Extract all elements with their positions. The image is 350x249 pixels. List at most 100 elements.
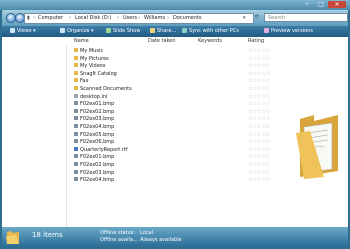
list-item[interactable]: My Videos bbox=[74, 63, 105, 70]
share-label: Share... bbox=[157, 28, 177, 34]
breadcrumb-local-disk[interactable]: Local Disk (D:) bbox=[75, 15, 111, 21]
file-name: F02ex01.bmp bbox=[80, 101, 115, 108]
image-file-icon bbox=[74, 154, 78, 159]
rating-stars[interactable]: ☆☆☆☆☆ bbox=[248, 78, 270, 85]
close-button[interactable]: ✕ bbox=[328, 1, 346, 8]
settings-file-icon bbox=[74, 93, 78, 98]
file-name: My Videos bbox=[80, 63, 106, 70]
image-file-icon bbox=[74, 162, 78, 166]
rating-stars[interactable]: ☆☆☆☆☆ bbox=[248, 109, 270, 116]
organize-label: Organize bbox=[67, 28, 90, 34]
list-item[interactable]: F02ex03.bmp bbox=[74, 169, 114, 177]
file-name: QuarterlyReport.rtf bbox=[80, 146, 128, 153]
chevron-down-icon[interactable]: ▾ bbox=[243, 15, 246, 21]
list-item[interactable]: F02ex04.bmp bbox=[74, 177, 114, 184]
list-item[interactable]: F02ex01.bmp bbox=[74, 154, 114, 161]
pictures-folder-icon bbox=[74, 55, 78, 60]
address-bar[interactable]: ▮ › Computer › Local Disk (D:) › Users ›… bbox=[24, 13, 254, 24]
breadcrumb-users[interactable]: Users bbox=[123, 15, 137, 21]
title-bar[interactable]: ─ □ ✕ bbox=[0, 0, 350, 10]
file-name: desktop.ini bbox=[80, 93, 108, 100]
file-name: F02ex04.bmp bbox=[80, 124, 115, 130]
image-file-icon bbox=[74, 169, 78, 174]
file-list-area: My Music ☆☆☆☆☆ My Pictures ☆☆☆☆☆ My Videos ☆☆… bbox=[2, 46, 348, 227]
address-row: ‹ › ▮ › Computer › Local Disk (D:) › Use… bbox=[2, 10, 348, 26]
column-rating[interactable]: Rating bbox=[248, 38, 264, 44]
versions-icon bbox=[264, 28, 269, 33]
rating-stars[interactable]: ☆☆☆☆☆ bbox=[248, 116, 270, 123]
list-item[interactable]: Fax bbox=[74, 78, 88, 85]
folder-icon bbox=[74, 70, 78, 75]
rating-stars[interactable]: ☆☆☆☆☆ bbox=[248, 139, 270, 146]
image-file-icon bbox=[74, 101, 78, 106]
refresh-icon[interactable]: ⟳ bbox=[255, 14, 259, 20]
list-item[interactable]: F02ex01.bmp bbox=[74, 101, 114, 108]
file-name: Scanned Documents bbox=[80, 86, 132, 92]
list-item[interactable]: QuarterlyReport.rtf bbox=[74, 146, 128, 154]
image-file-icon bbox=[74, 131, 78, 136]
rating-stars[interactable]: ☆☆☆☆☆ bbox=[248, 162, 270, 169]
rating-stars[interactable]: ☆☆☆☆☆ bbox=[248, 63, 270, 70]
list-item[interactable]: desktop.ini bbox=[74, 93, 108, 101]
list-item[interactable]: My Pictures bbox=[74, 55, 109, 63]
share-icon bbox=[150, 28, 155, 33]
status-bar: 18 items Offline status: Local Offline a… bbox=[2, 227, 348, 247]
minimize-button[interactable]: ─ bbox=[300, 1, 314, 8]
list-item[interactable]: F02ex04.bmp bbox=[74, 124, 114, 131]
rating-stars[interactable]: ☆☆☆☆☆ bbox=[248, 48, 270, 55]
chevron-right-icon: › bbox=[138, 15, 140, 21]
views-label: Views bbox=[17, 28, 32, 34]
folder-icon bbox=[74, 86, 78, 90]
list-item[interactable]: F02ex06.bmp bbox=[74, 139, 114, 146]
search-input[interactable]: Search bbox=[264, 13, 348, 22]
maximize-button[interactable]: □ bbox=[314, 1, 328, 8]
file-name: F02ex05.bmp bbox=[80, 131, 115, 138]
navigation-pane[interactable] bbox=[2, 46, 67, 227]
slide-show-label: Slide Show bbox=[113, 28, 141, 34]
rating-stars[interactable]: ☆☆☆☆☆ bbox=[248, 147, 270, 154]
file-name: My Music bbox=[80, 48, 104, 54]
list-item[interactable]: F02ex02.bmp bbox=[74, 162, 114, 169]
preview-versions-button[interactable]: Preview versions bbox=[264, 28, 313, 34]
rating-stars[interactable]: ☆☆☆☆☆ bbox=[248, 71, 270, 78]
share-button[interactable]: Share... bbox=[150, 28, 176, 34]
list-item[interactable]: F02ex03.bmp bbox=[74, 116, 114, 123]
document-file-icon bbox=[74, 146, 78, 151]
rating-stars[interactable]: ☆☆☆☆☆ bbox=[248, 170, 270, 177]
list-item[interactable]: My Music bbox=[74, 48, 103, 55]
views-icon bbox=[10, 28, 15, 33]
breadcrumb-documents[interactable]: Documents bbox=[173, 15, 202, 21]
file-name: F02ex04.bmp bbox=[80, 177, 115, 184]
sync-button[interactable]: Sync with other PCs bbox=[182, 28, 239, 34]
views-button[interactable]: Views ▾ bbox=[10, 28, 36, 34]
column-name[interactable]: Name bbox=[74, 38, 89, 44]
organize-button[interactable]: Organize ▾ bbox=[60, 28, 94, 34]
rating-stars[interactable]: ☆☆☆☆☆ bbox=[248, 154, 270, 161]
column-keywords[interactable]: Keywords bbox=[198, 38, 222, 44]
rating-stars[interactable]: ☆☆☆☆☆ bbox=[248, 94, 270, 101]
rating-stars[interactable]: ☆☆☆☆☆ bbox=[248, 132, 270, 139]
rating-stars[interactable]: ☆☆☆☆☆ bbox=[248, 124, 270, 131]
chevron-right-icon: › bbox=[167, 15, 169, 21]
slide-show-button[interactable]: Slide Show bbox=[106, 28, 140, 34]
breadcrumb-williams[interactable]: Williams bbox=[144, 15, 165, 21]
item-count: 18 items bbox=[32, 231, 63, 239]
chevron-right-icon: › bbox=[117, 15, 119, 21]
sync-icon bbox=[182, 28, 187, 33]
rating-stars[interactable]: ☆☆☆☆☆ bbox=[248, 86, 270, 93]
column-date-taken[interactable]: Date taken bbox=[148, 38, 176, 44]
breadcrumb-computer[interactable]: Computer bbox=[38, 15, 63, 21]
file-name: F02ex02.bmp bbox=[80, 162, 115, 168]
list-item[interactable]: SnagIt Catalog bbox=[74, 70, 117, 78]
list-item[interactable]: Scanned Documents bbox=[74, 86, 132, 93]
rating-stars[interactable]: ☆☆☆☆☆ bbox=[248, 56, 270, 63]
offline-availability-value: Always available bbox=[140, 237, 182, 243]
slideshow-icon bbox=[106, 28, 111, 33]
rating-stars[interactable]: ☆☆☆☆☆ bbox=[248, 101, 270, 108]
back-arrow-icon: ‹ bbox=[9, 14, 13, 21]
image-file-icon bbox=[74, 124, 78, 128]
list-item[interactable]: F02ex05.bmp bbox=[74, 131, 115, 139]
folder-icon bbox=[6, 231, 19, 244]
list-item[interactable]: F02ex02.bmp bbox=[74, 108, 114, 116]
rating-stars[interactable]: ☆☆☆☆☆ bbox=[248, 177, 270, 184]
